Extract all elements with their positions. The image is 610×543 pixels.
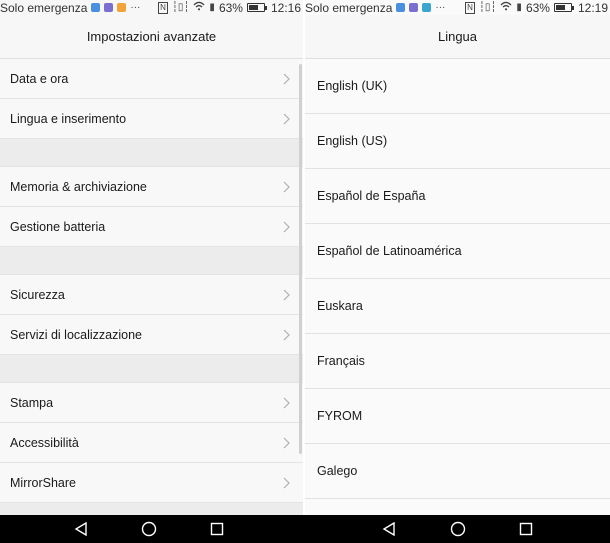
chevron-right-icon: [281, 72, 291, 86]
language-option[interactable]: Galego: [305, 444, 610, 499]
page-title: Impostazioni avanzate: [0, 15, 303, 59]
recents-icon: [210, 522, 224, 536]
settings-item[interactable]: Sicurezza: [0, 275, 303, 315]
settings-item-label: Stampa: [10, 395, 54, 410]
sim-icon: ▮: [209, 1, 215, 13]
language-option[interactable]: Euskara: [305, 279, 610, 334]
settings-item[interactable]: Lingua e inserimento: [0, 99, 303, 139]
section-separator: [0, 139, 303, 167]
home-icon: [141, 521, 157, 537]
more-notifications-icon: ···: [130, 1, 141, 13]
recents-button[interactable]: [209, 521, 225, 537]
sim-icon: ▮: [516, 1, 522, 13]
settings-item[interactable]: MirrorShare: [0, 463, 303, 503]
settings-item[interactable]: Data e ora: [0, 59, 303, 99]
navigation-bar: [0, 515, 610, 543]
back-button[interactable]: [381, 521, 397, 537]
notification-app-icon: [396, 3, 406, 12]
notification-photo-icon: [409, 3, 419, 12]
battery-fill: [248, 5, 258, 10]
settings-item[interactable]: Servizi di localizzazione: [0, 315, 303, 355]
settings-item-label: Accessibilità: [10, 435, 79, 450]
recents-button[interactable]: [518, 521, 534, 537]
settings-item[interactable]: Stampa: [0, 383, 303, 423]
home-icon: [450, 521, 466, 537]
chevron-right-icon: [281, 436, 291, 450]
language-option[interactable]: Español de España: [305, 169, 610, 224]
notification-google-icon: [117, 3, 127, 12]
chevron-right-icon: [281, 396, 291, 410]
section-separator: [0, 247, 303, 275]
language-option[interactable]: FYROM: [305, 389, 610, 444]
nfc-icon: N: [158, 1, 168, 14]
status-bar: Solo emergenza ··· N ┆▯┆ ▮ 63% 12:16: [0, 0, 303, 15]
vibrate-icon: ┆▯┆: [171, 1, 190, 13]
chevron-right-icon: [281, 476, 291, 490]
section-separator: [0, 503, 303, 515]
more-notifications-icon: ···: [435, 1, 446, 13]
language-option[interactable]: English (US): [305, 114, 610, 169]
page-title: Lingua: [305, 15, 610, 59]
settings-list: Data e ora Lingua e inserimento Memoria & …: [0, 59, 303, 515]
section-separator: [0, 355, 303, 383]
status-time: 12:19: [577, 0, 608, 15]
battery-icon: [246, 3, 267, 12]
settings-item-label: Sicurezza: [10, 287, 65, 302]
language-option[interactable]: Français: [305, 334, 610, 389]
scrollbar[interactable]: [299, 64, 302, 454]
chevron-right-icon: [281, 220, 291, 234]
chevron-right-icon: [281, 328, 291, 342]
battery-fill: [555, 5, 565, 10]
chevron-right-icon: [281, 288, 291, 302]
language-option[interactable]: Español de Latinoamérica: [305, 224, 610, 279]
settings-item[interactable]: Accessibilità: [0, 423, 303, 463]
nfc-icon: N: [465, 1, 475, 14]
settings-item-label: Memoria & archiviazione: [10, 179, 147, 194]
battery-icon: [553, 3, 574, 12]
home-button[interactable]: [450, 521, 466, 537]
notification-calendar-icon: [422, 3, 432, 12]
battery-percent: 63%: [218, 0, 243, 15]
battery-percent: 63%: [525, 0, 550, 15]
carrier-label: Solo emergenza: [305, 0, 393, 15]
home-button[interactable]: [141, 521, 157, 537]
chevron-right-icon: [281, 180, 291, 194]
back-button[interactable]: [73, 521, 89, 537]
notification-app-icon: [91, 3, 101, 12]
carrier-label: Solo emergenza: [0, 0, 88, 15]
back-icon: [382, 522, 395, 536]
settings-item-label: Data e ora: [10, 71, 69, 86]
recents-icon: [519, 522, 533, 536]
settings-item-label: MirrorShare: [10, 475, 76, 490]
settings-item[interactable]: Memoria & archiviazione: [0, 167, 303, 207]
language-list: English (UK) English (US) Español de Españ…: [305, 59, 610, 499]
settings-item-label: Gestione batteria: [10, 219, 106, 234]
vibrate-icon: ┆▯┆: [478, 1, 497, 13]
status-bar: Solo emergenza ··· N ┆▯┆ ▮ 63% 12:19: [305, 0, 610, 15]
back-icon: [74, 522, 87, 536]
wifi-icon: [193, 1, 205, 14]
wifi-icon: [500, 1, 512, 14]
advanced-settings-screen: Solo emergenza ··· N ┆▯┆ ▮ 63% 12:16 Imp…: [0, 0, 303, 515]
notification-photo-icon: [104, 3, 114, 12]
settings-item-label: Servizi di localizzazione: [10, 327, 143, 342]
chevron-right-icon: [281, 112, 291, 126]
settings-item[interactable]: Gestione batteria: [0, 207, 303, 247]
settings-item-label: Lingua e inserimento: [10, 111, 127, 126]
language-screen: Solo emergenza ··· N ┆▯┆ ▮ 63% 12:19 Lin…: [305, 0, 610, 515]
status-time: 12:16: [270, 0, 301, 15]
language-option[interactable]: English (UK): [305, 59, 610, 114]
